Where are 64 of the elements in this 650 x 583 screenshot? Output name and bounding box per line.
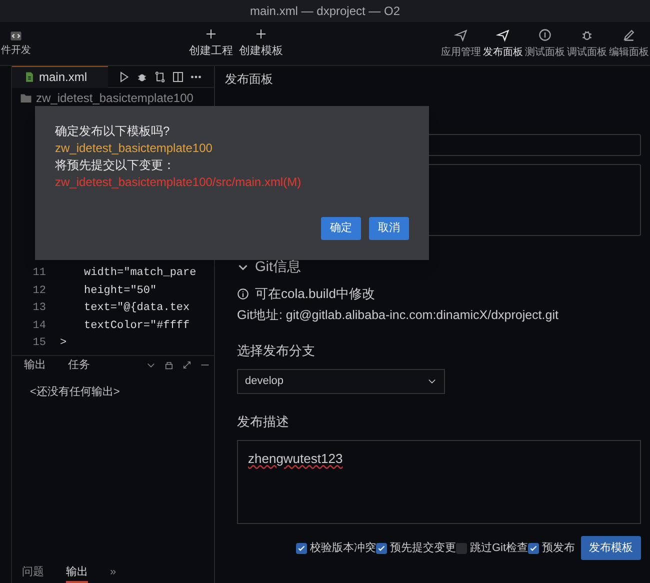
checkbox-label: 预先提交变更 bbox=[390, 540, 456, 556]
expand-icon bbox=[182, 360, 192, 370]
code-line: text="@{data.tex bbox=[84, 301, 190, 316]
folder-icon bbox=[20, 92, 32, 104]
dialog-message: zw_idetest_basictemplate100 bbox=[55, 140, 212, 157]
publish-button[interactable]: 发布模板 bbox=[581, 536, 641, 560]
window-title: main.xml — dxproject — O2 bbox=[250, 3, 400, 20]
panel-tab[interactable]: 问题 bbox=[22, 564, 44, 583]
line-number: 13 bbox=[32, 301, 46, 316]
toolbar-button[interactable]: 测试面板 bbox=[524, 28, 566, 60]
editor-tab[interactable]: main.xml bbox=[12, 66, 108, 88]
lock-icon bbox=[164, 360, 174, 370]
code-line: textColor="#ffff bbox=[84, 318, 190, 334]
line-number: 11 bbox=[32, 266, 46, 281]
breadcrumb-item[interactable]: zw_idetest_basictemplate100 bbox=[36, 89, 194, 107]
plus-icon bbox=[255, 28, 267, 40]
checkbox[interactable] bbox=[376, 542, 387, 554]
code-line: height="50" bbox=[84, 284, 157, 298]
toolbar-button[interactable]: 编辑面板 bbox=[608, 28, 650, 60]
dialog-message: zw_idetest_basictemplate100/src/main.xml(M) bbox=[55, 174, 302, 191]
file-icon bbox=[24, 71, 35, 83]
panel-title: 发布面板 bbox=[225, 71, 273, 88]
git-address: Git地址: git@gitlab.alibaba-inc.com:dinamicX/dxproject.git bbox=[237, 306, 558, 324]
checkbox[interactable] bbox=[456, 542, 467, 554]
toolbar-button[interactable]: 发布面板 bbox=[482, 28, 524, 60]
section-heading: Git信息 bbox=[255, 257, 301, 276]
checkbox[interactable] bbox=[528, 542, 539, 554]
dialog-message: 将预先提交以下变更： bbox=[55, 157, 175, 174]
info-icon bbox=[237, 288, 249, 300]
code-line: width="match_pare bbox=[84, 266, 196, 281]
description-field[interactable]: zhengwutest123 bbox=[237, 440, 641, 524]
plus-icon bbox=[205, 28, 217, 40]
send-icon bbox=[496, 28, 510, 42]
dialog-button[interactable]: 确定 bbox=[321, 217, 361, 240]
code-line: > bbox=[60, 336, 67, 351]
split-icon bbox=[172, 70, 184, 82]
panel-tab[interactable]: » bbox=[110, 564, 116, 583]
field-label: 发布描述 bbox=[237, 412, 289, 431]
line-number: 15 bbox=[32, 336, 46, 351]
checkbox-label: 跳过Git检查 bbox=[470, 541, 528, 556]
checkbox[interactable] bbox=[296, 542, 307, 554]
checkbox-label: 校验版本冲突 bbox=[310, 540, 376, 556]
checkbox-label: 预发布 bbox=[542, 541, 575, 556]
line-number: 14 bbox=[32, 318, 46, 334]
toolbar-button[interactable]: 创建模板 bbox=[237, 28, 285, 60]
compare-icon bbox=[154, 70, 166, 82]
dialog-button[interactable]: 取消 bbox=[369, 217, 409, 240]
send-icon bbox=[454, 28, 468, 42]
panel-tab[interactable]: 输出 bbox=[24, 356, 46, 374]
toolbar-button[interactable]: 件开发 bbox=[0, 29, 32, 58]
panel-tab[interactable]: 任务 bbox=[68, 356, 90, 374]
dialog-message: 确定发布以下模板吗? bbox=[55, 123, 170, 140]
toolbar-button[interactable]: 应用管理 bbox=[440, 28, 482, 60]
field-label: 选择发布分支 bbox=[237, 342, 315, 360]
play-icon bbox=[118, 70, 130, 82]
output-message: <还没有任何输出> bbox=[29, 385, 120, 400]
hint-text: 可在cola.build中修改 bbox=[255, 285, 375, 303]
panel-tab[interactable]: 输出 bbox=[66, 564, 88, 583]
line-number: 12 bbox=[32, 284, 46, 298]
toolbar-button[interactable]: 调试面板 bbox=[566, 28, 608, 60]
code-icon bbox=[9, 29, 23, 43]
branch-dropdown[interactable]: develop bbox=[237, 368, 445, 394]
toolbar-button[interactable]: 创建工程 bbox=[187, 28, 235, 60]
pencil-icon bbox=[622, 28, 636, 42]
